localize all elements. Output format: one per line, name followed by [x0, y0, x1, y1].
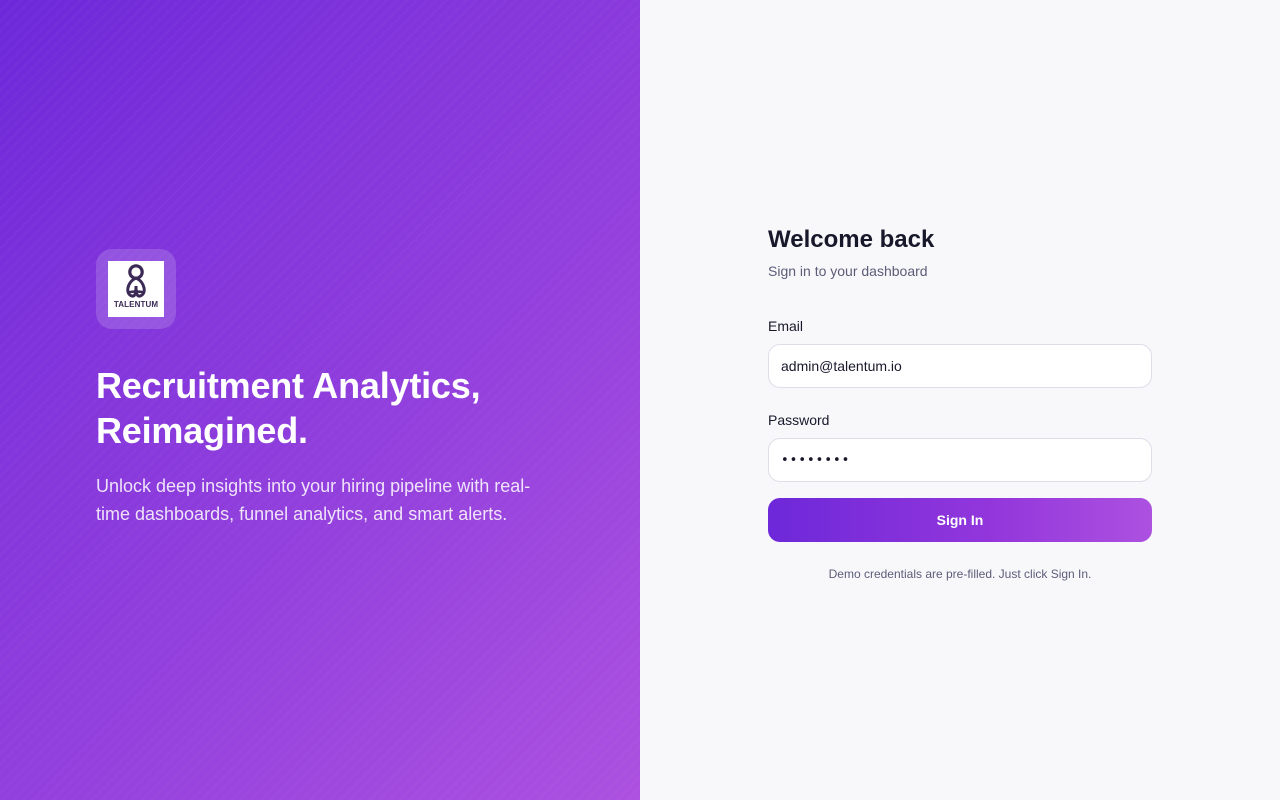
login-panel: Welcome back Sign in to your dashboard E…: [640, 0, 1280, 800]
logo-tile: TALENTUM: [96, 249, 176, 329]
password-label: Password: [768, 412, 830, 428]
login-form: Welcome back Sign in to your dashboard E…: [768, 224, 1152, 582]
hero-subtitle: Unlock deep insights into your hiring pi…: [96, 476, 531, 524]
logo-wordmark: TALENTUM: [113, 300, 159, 309]
sign-in-button[interactable]: Sign In: [768, 498, 1152, 542]
logo-mark-icon: [126, 264, 146, 298]
login-subtitle: Sign in to your dashboard: [768, 263, 928, 279]
hero-panel: TALENTUM Recruitment Analytics, Reimagin…: [0, 0, 640, 800]
password-field[interactable]: [768, 438, 1152, 482]
talentum-logo-icon: TALENTUM: [108, 261, 164, 317]
email-label: Email: [768, 318, 804, 334]
demo-credentials-note: Demo credentials are pre-filled. Just cl…: [828, 567, 1092, 581]
email-field[interactable]: [768, 344, 1152, 388]
login-title: Welcome back: [768, 226, 935, 253]
hero-title: Recruitment Analytics, Reimagined.: [96, 365, 481, 451]
